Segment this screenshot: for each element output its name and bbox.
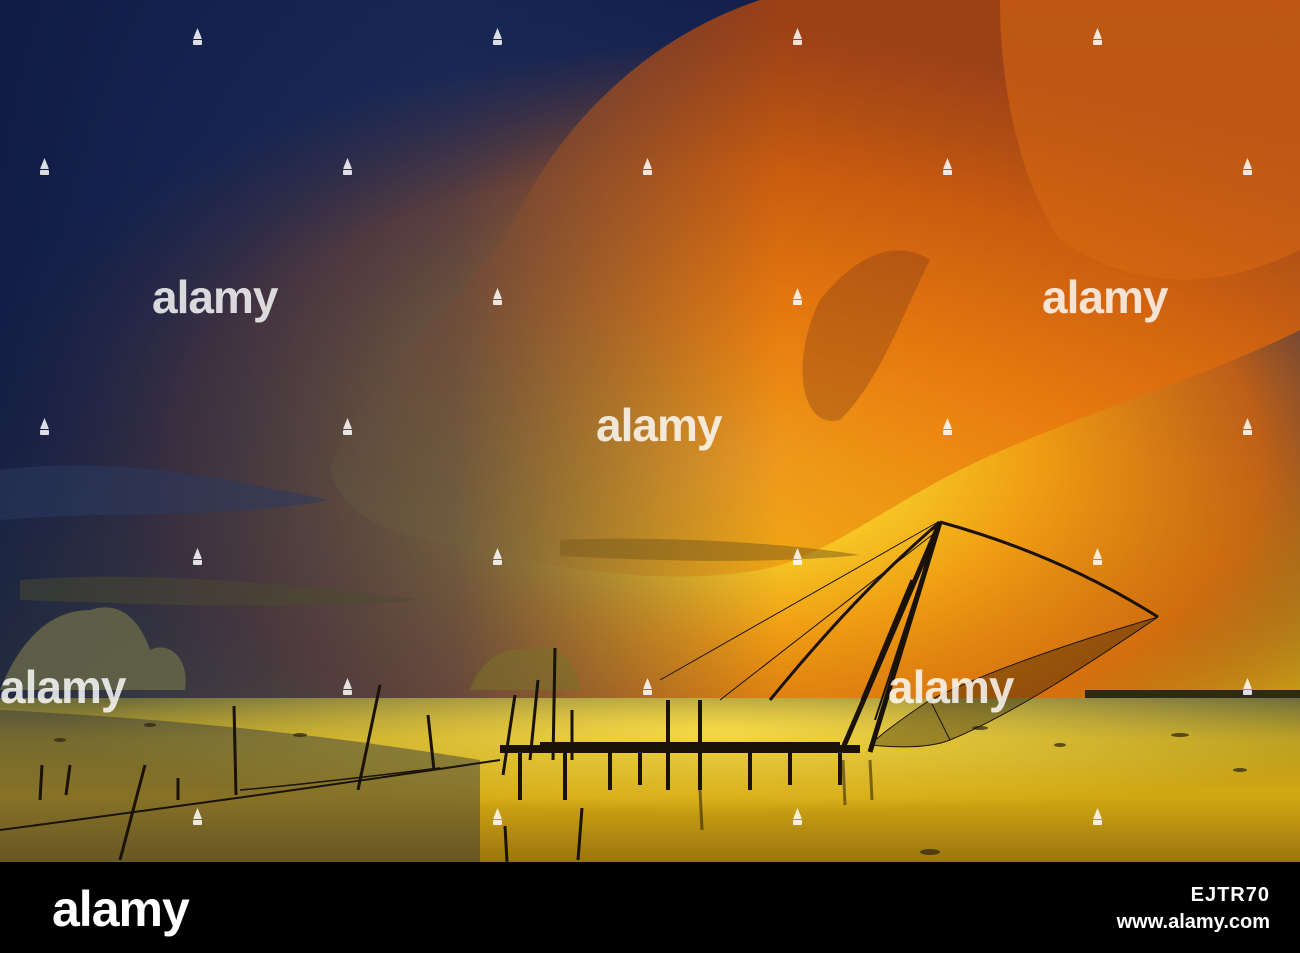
watermark-mark-icon	[643, 158, 652, 175]
watermark-text: alamy	[888, 661, 1014, 713]
watermark-mark-icon	[493, 288, 502, 305]
watermark-mark-icon	[193, 548, 202, 565]
footer-url[interactable]: www.alamy.com	[1117, 911, 1270, 934]
watermark-mark-icon	[193, 28, 202, 45]
watermark-text: alamy	[1042, 271, 1168, 323]
watermark-text: alamy	[596, 399, 722, 451]
watermark-mark-icon	[1093, 548, 1102, 565]
image-code: EJTR70	[1190, 884, 1270, 906]
watermark-mark-icon	[1243, 418, 1252, 435]
watermark-text: alamy	[152, 271, 278, 323]
photo: alamy alamy alamy alamy alamy	[0, 0, 1300, 862]
watermark-mark-icon	[793, 288, 802, 305]
watermark-mark-icon	[493, 808, 502, 825]
watermark-mark-icon	[943, 418, 952, 435]
watermark-mark-icon	[793, 28, 802, 45]
watermark-mark-icon	[1093, 28, 1102, 45]
watermark-mark-icon	[1093, 808, 1102, 825]
watermark-mark-icon	[793, 808, 802, 825]
watermark-mark-icon	[40, 418, 49, 435]
watermark-text: alamy	[0, 661, 126, 713]
watermark-mark-icon	[40, 158, 49, 175]
footer-info: EJTR70 www.alamy.com	[1117, 884, 1270, 934]
watermark-mark-icon	[493, 28, 502, 45]
watermark-mark-icon	[343, 418, 352, 435]
watermark-mark-icon	[493, 548, 502, 565]
watermark-mark-icon	[1243, 678, 1252, 695]
watermark-mark-icon	[1243, 158, 1252, 175]
watermark-mark-icon	[343, 678, 352, 695]
watermark-mark-icon	[343, 158, 352, 175]
watermark-mark-icon	[643, 678, 652, 695]
footer-bar: alamy EJTR70 www.alamy.com	[0, 862, 1300, 953]
watermark-mark-icon	[793, 548, 802, 565]
footer-logo: alamy	[52, 881, 190, 937]
watermark-mark-icon	[943, 158, 952, 175]
watermark-mark-icon	[193, 808, 202, 825]
